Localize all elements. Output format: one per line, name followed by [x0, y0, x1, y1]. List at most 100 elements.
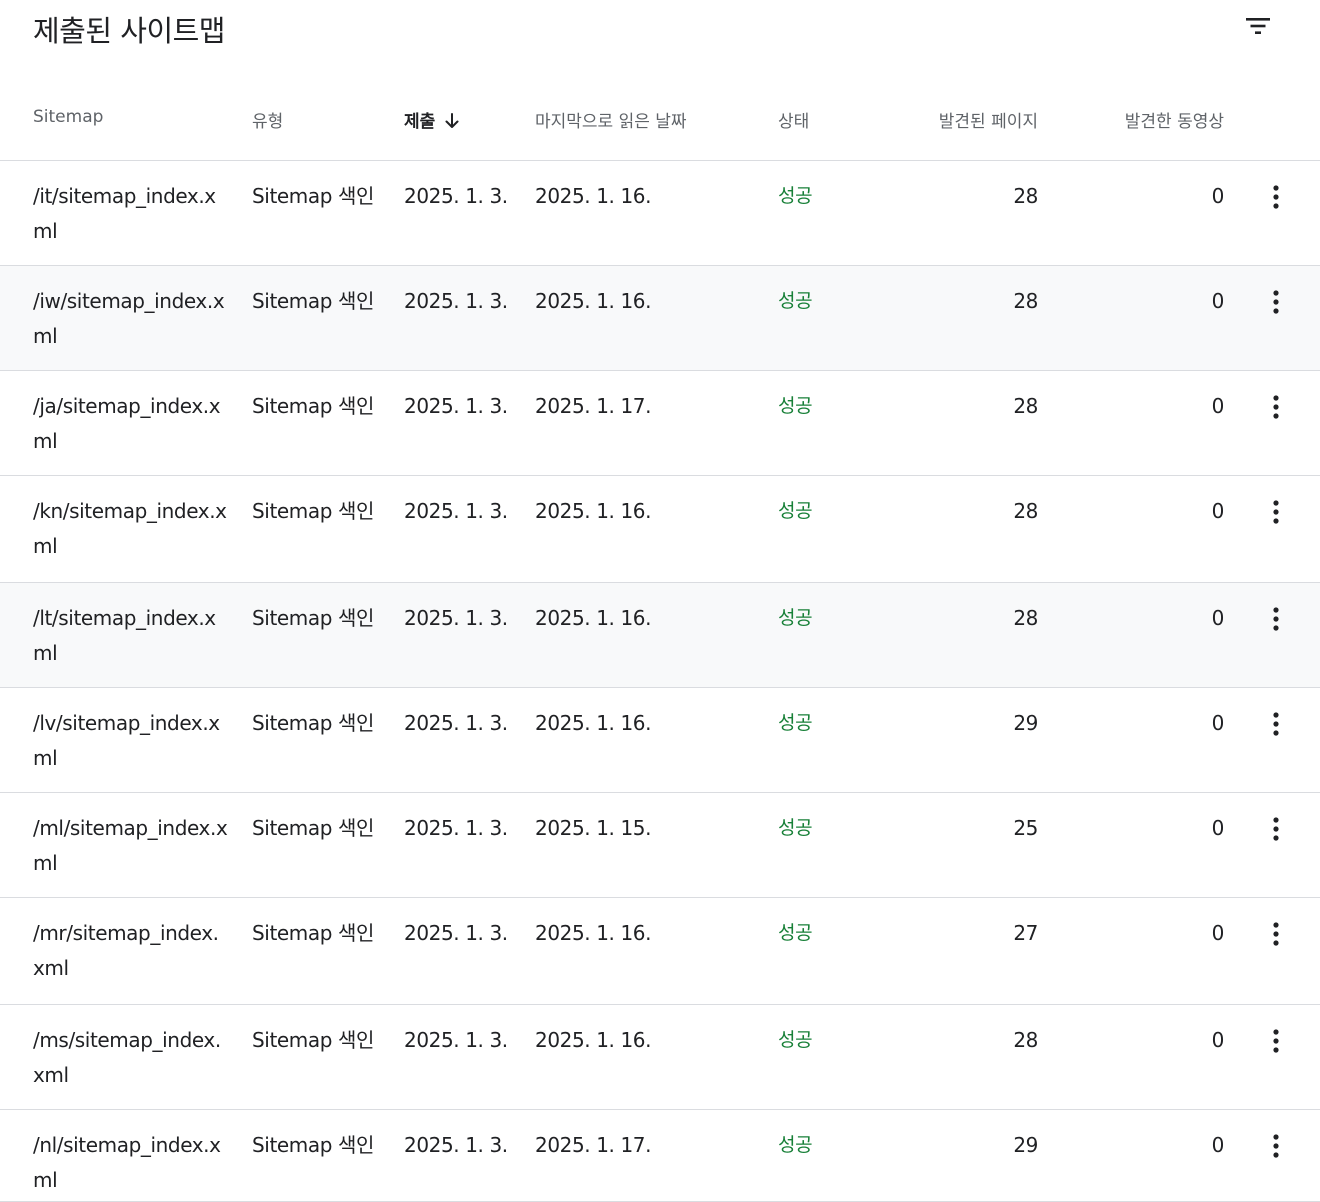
status-cell: 성공 — [778, 185, 813, 207]
discovered-pages-cell: 28 — [1013, 499, 1038, 523]
type-cell: Sitemap 색인 — [252, 184, 374, 208]
discovered-videos-cell: 0 — [1211, 289, 1225, 313]
more-vert-icon — [1273, 185, 1279, 209]
last-read-date-cell: 2025. 1. 16. — [535, 289, 652, 313]
table-row[interactable]: /nl/sitemap_index.xml Sitemap 색인 2025. 1. … — [0, 1110, 1320, 1202]
discovered-videos-cell: 0 — [1211, 499, 1225, 523]
sitemap-path-cell: /nl/sitemap_index.xml — [33, 1133, 221, 1192]
more-vert-icon — [1273, 1134, 1279, 1158]
table-row[interactable]: /iw/sitemap_index.xml Sitemap 색인 2025. 1. … — [0, 266, 1320, 371]
last-read-date-cell: 2025. 1. 15. — [535, 816, 652, 840]
discovered-videos-cell: 0 — [1211, 606, 1225, 630]
sitemap-path-cell: /lv/sitemap_index.xml — [33, 711, 220, 770]
type-cell: Sitemap 색인 — [252, 1133, 374, 1157]
table-row[interactable]: /lv/sitemap_index.xml Sitemap 색인 2025. 1. … — [0, 688, 1320, 793]
table-row[interactable]: /kn/sitemap_index.xml Sitemap 색인 2025. 1. … — [0, 476, 1320, 583]
sitemap-path-cell: /ml/sitemap_index.xml — [33, 816, 228, 875]
type-cell: Sitemap 색인 — [252, 606, 374, 630]
table-header: Sitemap 유형 제출 마지막으로 읽은 날짜 상태 발견된 페이지 발견한… — [0, 80, 1320, 161]
column-header-type[interactable]: 유형 — [252, 107, 283, 132]
type-cell: Sitemap 색인 — [252, 1028, 374, 1052]
last-read-date-cell: 2025. 1. 16. — [535, 606, 652, 630]
type-cell: Sitemap 색인 — [252, 289, 374, 313]
sitemap-path-cell: /mr/sitemap_index.xml — [33, 921, 219, 980]
last-read-date-cell: 2025. 1. 16. — [535, 711, 652, 735]
arrow-down-icon — [445, 113, 459, 134]
type-cell: Sitemap 색인 — [252, 921, 374, 945]
submitted-date-cell: 2025. 1. 3. — [404, 394, 508, 418]
type-cell: Sitemap 색인 — [252, 711, 374, 735]
last-read-date-cell: 2025. 1. 17. — [535, 1133, 652, 1157]
submitted-date-cell: 2025. 1. 3. — [404, 816, 508, 840]
discovered-videos-cell: 0 — [1211, 921, 1225, 945]
submitted-date-cell: 2025. 1. 3. — [404, 184, 508, 208]
sitemap-path-cell: /kn/sitemap_index.xml — [33, 499, 227, 558]
last-read-date-cell: 2025. 1. 16. — [535, 499, 652, 523]
status-cell: 성공 — [778, 712, 813, 734]
status-cell: 성공 — [778, 817, 813, 839]
sitemap-table-body: /it/sitemap_index.xml Sitemap 색인 2025. 1. … — [0, 161, 1320, 1202]
row-more-button[interactable] — [1256, 177, 1296, 217]
row-more-button[interactable] — [1256, 704, 1296, 744]
discovered-pages-cell: 25 — [1013, 816, 1038, 840]
discovered-videos-cell: 0 — [1211, 816, 1225, 840]
discovered-pages-cell: 29 — [1013, 711, 1038, 735]
type-cell: Sitemap 색인 — [252, 816, 374, 840]
status-cell: 성공 — [778, 290, 813, 312]
last-read-date-cell: 2025. 1. 16. — [535, 1028, 652, 1052]
column-header-discovered-videos[interactable]: 발견한 동영상 — [1080, 107, 1224, 132]
discovered-pages-cell: 28 — [1013, 394, 1038, 418]
more-vert-icon — [1273, 607, 1279, 631]
column-header-submitted-label: 제출 — [404, 112, 436, 132]
column-header-last-read[interactable]: 마지막으로 읽은 날짜 — [535, 107, 687, 132]
row-more-button[interactable] — [1256, 1021, 1296, 1061]
table-row[interactable]: /ml/sitemap_index.xml Sitemap 색인 2025. 1. … — [0, 793, 1320, 898]
submitted-date-cell: 2025. 1. 3. — [404, 921, 508, 945]
status-cell: 성공 — [778, 1029, 813, 1051]
row-more-button[interactable] — [1256, 914, 1296, 954]
column-header-submitted[interactable]: 제출 — [404, 107, 459, 134]
row-more-button[interactable] — [1256, 282, 1296, 322]
more-vert-icon — [1273, 395, 1279, 419]
page-header: 제출된 사이트맵 — [0, 0, 1320, 70]
discovered-videos-cell: 0 — [1211, 394, 1225, 418]
discovered-pages-cell: 28 — [1013, 1028, 1038, 1052]
more-vert-icon — [1273, 712, 1279, 736]
last-read-date-cell: 2025. 1. 17. — [535, 394, 652, 418]
more-vert-icon — [1273, 817, 1279, 841]
sitemap-path-cell: /lt/sitemap_index.xml — [33, 606, 216, 665]
row-more-button[interactable] — [1256, 387, 1296, 427]
table-row[interactable]: /it/sitemap_index.xml Sitemap 색인 2025. 1. … — [0, 161, 1320, 266]
discovered-pages-cell: 28 — [1013, 289, 1038, 313]
discovered-videos-cell: 0 — [1211, 1133, 1225, 1157]
row-more-button[interactable] — [1256, 492, 1296, 532]
discovered-pages-cell: 28 — [1013, 606, 1038, 630]
discovered-pages-cell: 29 — [1013, 1133, 1038, 1157]
discovered-videos-cell: 0 — [1211, 711, 1225, 735]
table-row[interactable]: /ja/sitemap_index.xml Sitemap 색인 2025. 1. … — [0, 371, 1320, 476]
row-more-button[interactable] — [1256, 809, 1296, 849]
type-cell: Sitemap 색인 — [252, 499, 374, 523]
last-read-date-cell: 2025. 1. 16. — [535, 921, 652, 945]
row-more-button[interactable] — [1256, 599, 1296, 639]
column-header-sitemap[interactable]: Sitemap — [33, 107, 103, 127]
table-row[interactable]: /lt/sitemap_index.xml Sitemap 색인 2025. 1. … — [0, 583, 1320, 688]
submitted-date-cell: 2025. 1. 3. — [404, 1028, 508, 1052]
table-row[interactable]: /mr/sitemap_index.xml Sitemap 색인 2025. 1. … — [0, 898, 1320, 1005]
discovered-videos-cell: 0 — [1211, 184, 1225, 208]
status-cell: 성공 — [778, 500, 813, 522]
submitted-date-cell: 2025. 1. 3. — [404, 499, 508, 523]
sitemap-path-cell: /iw/sitemap_index.xml — [33, 289, 225, 348]
column-header-status[interactable]: 상태 — [778, 107, 809, 132]
status-cell: 성공 — [778, 922, 813, 944]
more-vert-icon — [1273, 1029, 1279, 1053]
status-cell: 성공 — [778, 395, 813, 417]
filter-button[interactable] — [1238, 8, 1278, 44]
table-row[interactable]: /ms/sitemap_index.xml Sitemap 색인 2025. 1. … — [0, 1005, 1320, 1110]
discovered-videos-cell: 0 — [1211, 1028, 1225, 1052]
submitted-date-cell: 2025. 1. 3. — [404, 289, 508, 313]
column-header-discovered-pages[interactable]: 발견된 페이지 — [900, 107, 1038, 132]
status-cell: 성공 — [778, 607, 813, 629]
submitted-date-cell: 2025. 1. 3. — [404, 606, 508, 630]
row-more-button[interactable] — [1256, 1126, 1296, 1166]
